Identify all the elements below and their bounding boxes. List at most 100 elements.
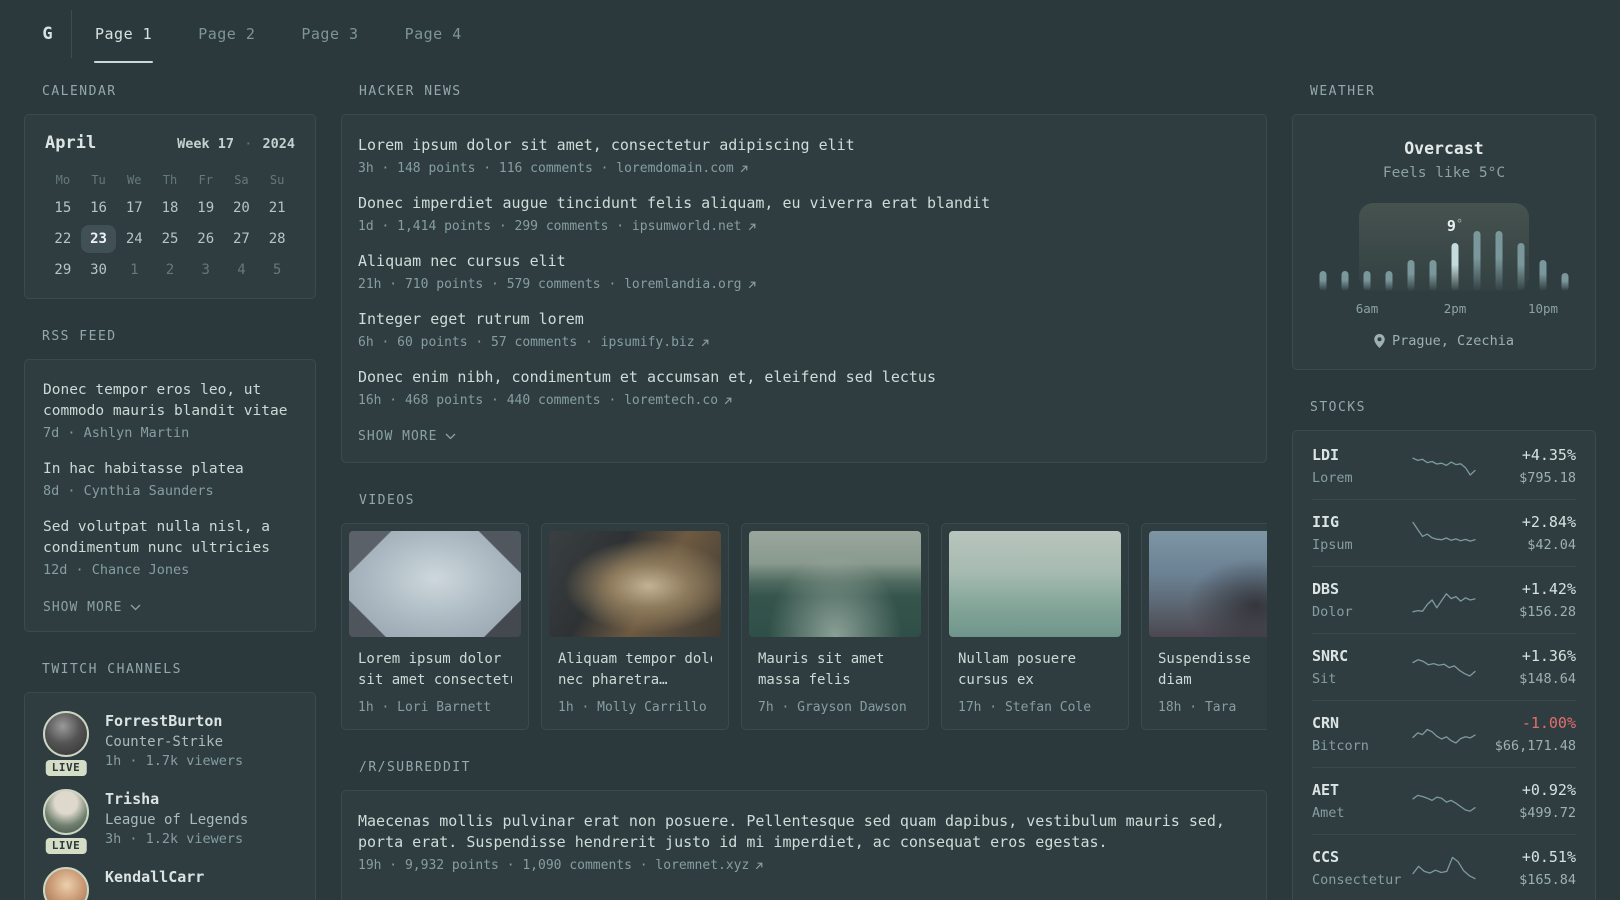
feed-item-title[interactable]: Donec imperdiet augue tincidunt felis al… — [358, 193, 1250, 214]
feed-title-line: Maecenas mollis pulvinar erat non posuer… — [358, 812, 1225, 830]
video-thumbnail[interactable] — [549, 531, 721, 637]
video-title-line: Nullam posuere — [958, 651, 1077, 667]
stock-row[interactable]: DBS Dolor +1.42% $156.28 — [1312, 566, 1576, 633]
year-label: 2024 — [262, 136, 295, 152]
video-title[interactable]: Aliquam tempor dolor nec pharetra… — [558, 649, 712, 691]
rss-item-title[interactable]: In hac habitasse platea — [43, 459, 297, 480]
stock-id: CRN Bitcorn — [1312, 714, 1408, 754]
video-thumbnail[interactable] — [749, 531, 921, 637]
weather-bar-slot — [1378, 227, 1400, 291]
weather-bar — [1363, 271, 1371, 291]
rss-item: Sed volutpat nulla nisl, a condimentum nu… — [43, 517, 297, 578]
calendar-weekday: Fr — [198, 173, 213, 187]
stock-sparkline — [1408, 851, 1480, 885]
rss-item: In hac habitasse platea 8d · Cynthia Saun… — [43, 459, 297, 499]
video-title[interactable]: Mauris sit amet massa felis — [758, 649, 912, 691]
video-card[interactable]: Aliquam tempor dolor nec pharetra… 1h · Mo… — [541, 523, 729, 730]
video-thumbnail[interactable] — [349, 531, 521, 637]
weather-bars: 6am 2pm 9° 10pm — [1312, 217, 1576, 316]
feed-item-title[interactable]: Maecenas mollis pulvinar erat non posuer… — [358, 811, 1250, 853]
stock-change: +0.92% — [1521, 781, 1576, 799]
video-title-line: Mauris sit amet — [758, 651, 885, 667]
calendar-day-selected: 23 — [80, 225, 117, 253]
stock-row[interactable]: CCS Consectetur +0.51% $165.84 — [1312, 834, 1576, 900]
rss-item-meta: 7d · Ashlyn Martin — [43, 425, 190, 441]
tab-page-1[interactable]: Page 1 — [72, 10, 175, 63]
hackernews-header: HACKER NEWS — [359, 84, 462, 99]
feed-item-domain[interactable]: ipsumworld.net — [624, 219, 742, 234]
video-title[interactable]: Nullam posuere cursus ex — [958, 649, 1112, 691]
stock-price: $499.72 — [1519, 805, 1576, 821]
video-title-line: Aliquam tempor dolor — [558, 651, 712, 667]
weather-bar-slot — [1334, 227, 1356, 291]
weather-bar — [1539, 260, 1547, 291]
twitch-channel-meta: 1h · 1.7k viewers — [105, 753, 244, 769]
feed-item-domain[interactable]: loremdomain.com — [608, 161, 733, 176]
video-meta: 1h · Molly Carrillo — [558, 700, 707, 715]
stock-price: $66,171.48 — [1494, 738, 1576, 754]
tab-page-3[interactable]: Page 3 — [278, 10, 381, 58]
weather-bar-slot — [1554, 227, 1576, 291]
rss-title-line: In hac habitasse platea — [43, 461, 244, 477]
feed-item-title[interactable]: Lorem ipsum dolor sit amet, consectetur … — [358, 135, 1250, 156]
video-card[interactable]: Nullam posuere cursus ex 17h · Stefan Cole — [941, 523, 1129, 730]
tab-page-4[interactable]: Page 4 — [382, 10, 485, 58]
stock-row[interactable]: IIG Ipsum +2.84% $42.04 — [1312, 499, 1576, 566]
video-thumbnail[interactable] — [1149, 531, 1267, 637]
twitch-channel-row[interactable]: KendallCarr — [43, 867, 297, 900]
tab-page-2[interactable]: Page 2 — [175, 10, 278, 58]
video-title[interactable]: Suspendisse diam — [1158, 649, 1267, 691]
feed-item: Maecenas mollis pulvinar erat non posuer… — [358, 811, 1250, 873]
weather-time-label: 10pm — [1527, 301, 1559, 316]
feed-item-title[interactable]: Aliquam nec cursus elit — [358, 251, 1250, 272]
weather-bar-slot — [1488, 227, 1510, 291]
twitch-channel-row[interactable]: LIVE ForrestBurton Counter-Strike 1h · 1.7k… — [43, 711, 297, 776]
twitch-channel-row[interactable]: LIVE Trisha League of Legends 3h · 1.2k vie… — [43, 789, 297, 854]
twitch-channel-meta: 3h · 1.2k viewers — [105, 831, 244, 847]
twitch-channel-info: Trisha League of Legends 3h · 1.2k viewers — [105, 789, 248, 847]
video-title-line: massa felis — [758, 672, 851, 688]
video-card[interactable]: Suspendisse diam 18h · Tara — [1141, 523, 1267, 730]
external-link-icon — [754, 861, 764, 871]
show-more-button[interactable]: SHOW MORE — [43, 600, 141, 615]
external-link-icon — [723, 396, 733, 406]
twitch-channel-name[interactable]: ForrestBurton — [105, 711, 243, 731]
rss-header: RSS FEED — [42, 329, 117, 344]
calendar-day: 26 — [197, 231, 215, 247]
twitch-channel-name[interactable]: KendallCarr — [105, 867, 204, 887]
app-logo[interactable]: G — [24, 10, 72, 58]
stock-change: +2.84% — [1521, 513, 1576, 531]
stock-sparkline — [1408, 449, 1480, 483]
feed-item-title[interactable]: Donec enim nibh, condimentum et accumsan… — [358, 367, 1250, 388]
rss-item-title[interactable]: Sed volutpat nulla nisl, a condimentum nu… — [43, 517, 297, 559]
feed-title-line: porta erat. Suspendisse hendrerit justo … — [358, 833, 1108, 851]
stock-row[interactable]: SNRC Sit +1.36% $148.64 — [1312, 633, 1576, 700]
video-card[interactable]: Mauris sit amet massa felis 7h · Grayson D… — [741, 523, 929, 730]
feed-item-domain[interactable]: loremnet.xyz — [648, 858, 749, 873]
stock-row[interactable]: LDI Lorem +4.35% $795.18 — [1312, 433, 1576, 499]
rss-item-title[interactable]: Donec tempor eros leo, ut commodo mauris … — [43, 380, 297, 422]
feed-item-meta: 1d · 1,414 points · 299 comments · ipsum… — [358, 219, 1250, 234]
calendar-widget: CALENDAR April Week 17 · 2024 Mo Tu We Th Fr… — [24, 84, 316, 299]
rss-title-line: condimentum nunc ultricies — [43, 540, 270, 556]
show-more-button[interactable]: SHOW MORE — [358, 429, 456, 444]
video-card[interactable]: Lorem ipsum dolor sit amet consectetu… 1h … — [341, 523, 529, 730]
videos-widget: VIDEOS Lorem ipsum dolor sit amet consect… — [341, 493, 1267, 730]
feed-item: Integer eget rutrum lorem 6h · 60 points … — [358, 309, 1250, 350]
rss-item-meta: 12d · Chance Jones — [43, 562, 190, 578]
avatar — [43, 711, 89, 757]
stocks-widget: STOCKS LDI Lorem +4.35% $795.18 IIG Ipsum +2.8… — [1292, 400, 1596, 900]
external-link-icon — [700, 338, 710, 348]
feed-item-domain[interactable]: ipsumify.biz — [593, 335, 695, 350]
feed-item-domain[interactable]: loremtech.co — [616, 393, 718, 408]
video-title[interactable]: Lorem ipsum dolor sit amet consectetu… — [358, 649, 512, 691]
subreddit-widget: /R/SUBREDDIT Maecenas mollis pulvinar er… — [341, 760, 1267, 900]
calendar-day: 19 — [197, 200, 215, 216]
feed-item-domain[interactable]: loremlandia.org — [616, 277, 741, 292]
video-thumbnail[interactable] — [949, 531, 1121, 637]
stock-row[interactable]: AET Amet +0.92% $499.72 — [1312, 767, 1576, 834]
stock-values: +4.35% $795.18 — [1480, 446, 1576, 486]
stock-row[interactable]: CRN Bitcorn -1.00% $66,171.48 — [1312, 700, 1576, 767]
feed-item-title[interactable]: Integer eget rutrum lorem — [358, 309, 1250, 330]
twitch-channel-name[interactable]: Trisha — [105, 789, 248, 809]
